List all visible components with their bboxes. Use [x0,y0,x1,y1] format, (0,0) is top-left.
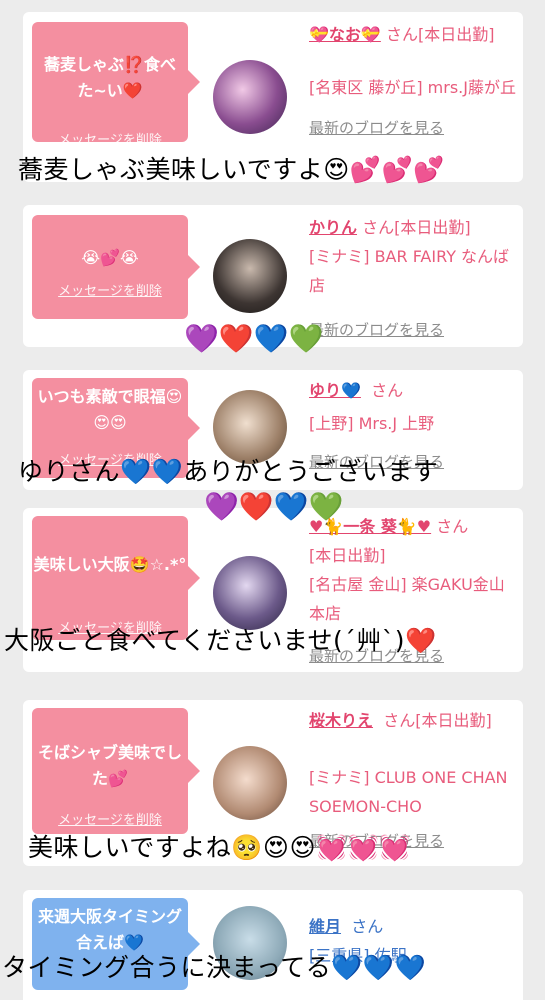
status-label: [本日出勤] [417,25,495,44]
delete-message-link[interactable]: メッセージを削除 [32,279,188,305]
message-text: そばシャブ美味でした💕 [37,743,182,788]
avatar[interactable] [213,556,287,630]
status-label: [本日出勤] [394,218,471,237]
message-text: 蕎麦しゃぶ⁉️食べた~い❤️ [44,55,176,100]
latest-blog-link[interactable]: 最新のブログを見る [309,114,519,143]
blue-heart-icon: 💙 [253,322,289,355]
shop-label: [上野] Mrs.J 上野 [309,414,435,433]
status-label: [本日出勤] [309,546,386,565]
message-bubble: 😭💕😭 メッセージを削除 [32,215,200,319]
cast-name-link[interactable]: 💝なお💝 [309,25,381,44]
latest-blog-link[interactable]: 最新のブログを見る [309,316,519,345]
red-heart-icon: ❤️ [238,490,274,523]
blue-heart-icon: 💙 [273,490,309,523]
shop-label: [名古屋 金山] 楽GAKU金山本店 [309,575,505,623]
shop-label: [ミナミ] BAR FAIRY なんば店 [309,247,510,295]
cast-name-link[interactable]: 桜木りえ [309,711,373,730]
caption-4: 美味しいですよね🥺😍😍💓💓💓 [28,833,411,862]
caption-3: 大阪ごと食べてくださいませ(´艸`)❤️ [4,626,437,655]
cast-name-link[interactable]: 維月 [309,917,341,936]
avatar[interactable] [213,60,287,134]
avatar[interactable] [213,746,287,820]
shop-label: [ミナミ] CLUB ONE CHAN SOEMON-CHO [309,768,508,816]
message-text: いつも素敵で眼福😍😍😍 [37,387,183,432]
san-label: さん [436,517,469,536]
avatar[interactable] [213,239,287,313]
message-bubble: そばシャブ美味でした💕 メッセージを削除 [32,708,200,834]
heart-row-1: 💜❤️💙💚 [184,322,324,355]
heart-row-2: 💜❤️💙💚 [204,490,344,523]
green-heart-icon: 💚 [308,490,344,523]
message-bubble: 蕎麦しゃぶ⁉️食べた~い❤️ メッセージを削除 [32,22,200,148]
caption-2: ゆりさん💙💙ありがとうございます [18,457,439,486]
shop-label: [名東区 藤が丘] mrs.J藤が丘 [309,78,516,97]
cast-info: 💝なお💝 さん[本日出勤] [名東区 藤が丘] mrs.J藤が丘 最新のブログを… [309,20,519,143]
red-heart-icon: ❤️ [218,322,254,355]
caption-1: 蕎麦しゃぶ美味しいですよ😍💕💕💕 [18,155,445,184]
message-text: 美味しい大阪🤩☆.*° [33,555,187,574]
san-label: さん [385,25,418,44]
san-label: さん [351,917,384,936]
san-label: さん [383,711,416,730]
message-text: 😭💕😭 [81,248,139,267]
status-label: [本日出勤] [415,711,492,730]
green-heart-icon: 💚 [288,322,324,355]
san-label: さん [371,381,404,400]
san-label: さん [362,218,395,237]
cast-name-link[interactable]: かりん [309,218,357,237]
caption-5: タイミング合うに決まってる💙💙💙 [2,953,427,982]
cast-name-link[interactable]: ゆり💙 [309,381,361,400]
cast-info: かりん さん[本日出勤] [ミナミ] BAR FAIRY なんば店 最新のブログ… [309,213,519,345]
purple-heart-icon: 💜 [204,490,239,523]
purple-heart-icon: 💜 [184,322,219,355]
